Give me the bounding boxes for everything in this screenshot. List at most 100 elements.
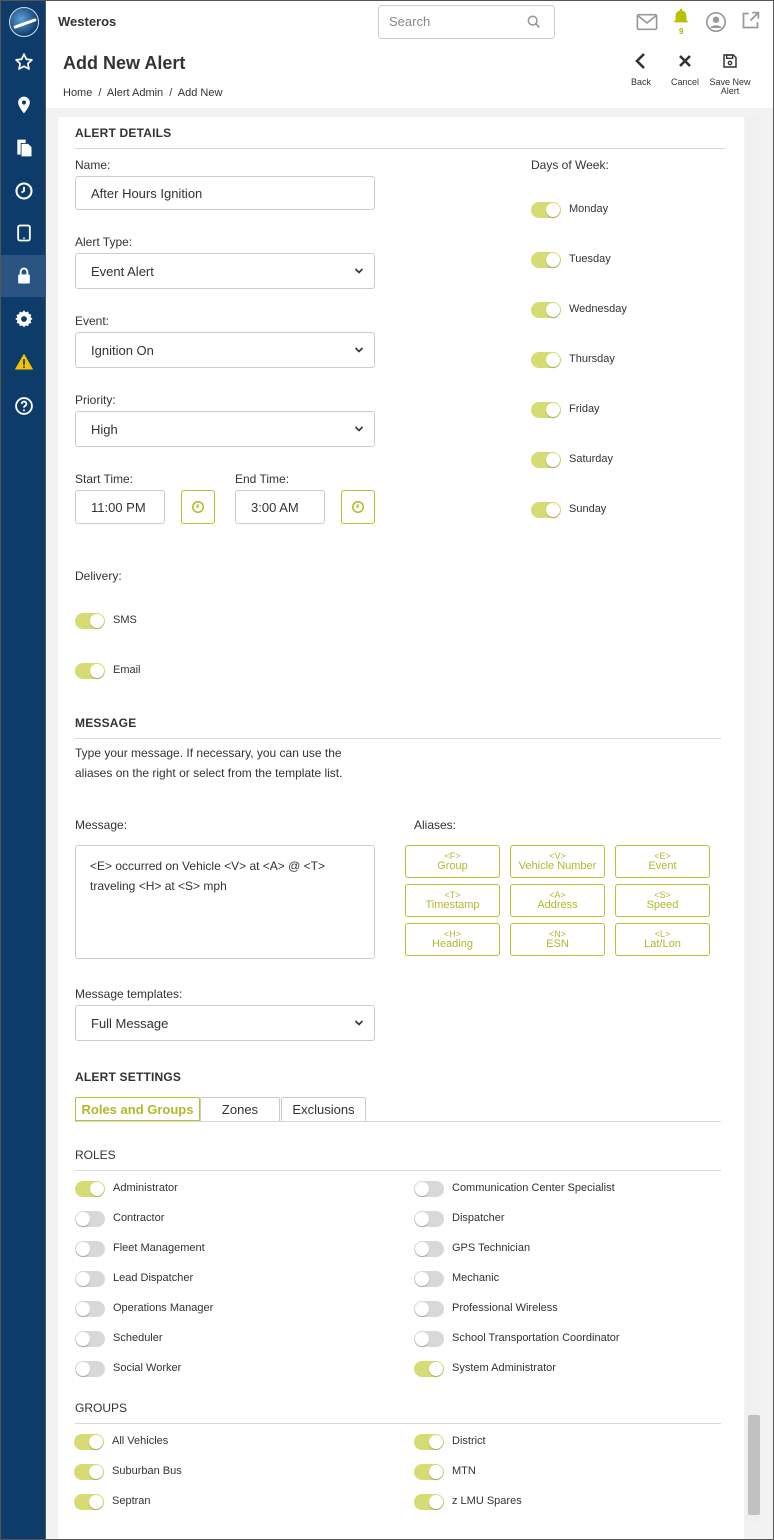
role-contractor-toggle[interactable]: [75, 1211, 105, 1227]
alias-button-speed[interactable]: <S> Speed: [615, 884, 710, 917]
role-communication-center-specialist-toggle[interactable]: [414, 1181, 444, 1197]
alias-button-address[interactable]: <A> Address: [510, 884, 605, 917]
role-fleet-management-toggle[interactable]: [75, 1241, 105, 1257]
start-time-label: Start Time:: [75, 472, 134, 486]
save-new-alert-button[interactable]: Save New Alert: [705, 52, 755, 96]
alias-button-event[interactable]: <E> Event: [615, 845, 710, 878]
role-social-worker-toggle[interactable]: [75, 1361, 105, 1377]
save-label-line2: Alert: [720, 86, 740, 96]
alias-button-timestamp[interactable]: <T> Timestamp: [405, 884, 500, 917]
role-operations-manager-toggle[interactable]: [75, 1301, 105, 1317]
nav-devices[interactable]: [1, 212, 46, 254]
toggle-knob: [429, 1362, 443, 1376]
priority-label: Priority:: [75, 393, 116, 407]
end-time-picker-button[interactable]: [341, 490, 375, 524]
toggle-knob: [546, 303, 560, 317]
role-operations-manager-label: Operations Manager: [113, 1302, 214, 1314]
app-logo[interactable]: [9, 7, 39, 37]
day-saturday-toggle[interactable]: [531, 452, 561, 468]
warning-icon: [14, 353, 33, 370]
day-thursday-toggle[interactable]: [531, 352, 561, 368]
alias-button-vehicle-number[interactable]: <V> Vehicle Number: [510, 845, 605, 878]
alias-button-group[interactable]: <F> Group: [405, 845, 500, 878]
day-monday-toggle[interactable]: [531, 202, 561, 218]
documents-icon: [16, 139, 31, 157]
message-textarea[interactable]: <E> occurred on Vehicle <V> at <A> @ <T>…: [75, 845, 375, 959]
day-friday-toggle[interactable]: [531, 402, 561, 418]
toggle-knob: [546, 503, 560, 517]
group-suburban-bus-toggle[interactable]: [74, 1464, 104, 1480]
scrollbar-thumb[interactable]: [748, 1415, 760, 1515]
alias-button-esn[interactable]: <N> ESN: [510, 923, 605, 956]
alias-label: Speed: [646, 899, 679, 911]
event-select[interactable]: Ignition On: [75, 332, 375, 368]
role-mechanic-toggle[interactable]: [414, 1271, 444, 1287]
nav-reports[interactable]: [1, 127, 46, 169]
delivery-email-label: Email: [113, 664, 141, 676]
star-icon: [14, 53, 33, 70]
bell-icon[interactable]: [671, 6, 691, 28]
nav-admin[interactable]: [1, 255, 46, 297]
tab-zones[interactable]: Zones: [200, 1097, 280, 1121]
role-professional-wireless-toggle[interactable]: [414, 1301, 444, 1317]
role-school-transportation-coordinator-toggle[interactable]: [414, 1331, 444, 1347]
nav-map[interactable]: [1, 84, 46, 126]
group-mtn-label: MTN: [452, 1465, 476, 1477]
group-mtn-toggle[interactable]: [414, 1464, 444, 1480]
divider: [75, 148, 725, 149]
role-gps-technician-toggle[interactable]: [414, 1241, 444, 1257]
nav-alerts[interactable]: [1, 341, 46, 383]
alias-button-heading[interactable]: <H> Heading: [405, 923, 500, 956]
search-box[interactable]: [378, 5, 555, 39]
name-input[interactable]: After Hours Ignition: [75, 176, 375, 210]
role-system-administrator-toggle[interactable]: [414, 1361, 444, 1377]
tab-roles-and-groups[interactable]: Roles and Groups: [75, 1097, 200, 1121]
start-time-value: 11:00 PM: [91, 499, 146, 515]
user-icon[interactable]: [705, 11, 727, 33]
group-z-lmu-spares-toggle[interactable]: [414, 1494, 444, 1510]
group-district-toggle[interactable]: [414, 1434, 444, 1450]
day-sunday-toggle[interactable]: [531, 502, 561, 518]
scrollbar-track[interactable]: [746, 117, 760, 1522]
role-dispatcher-toggle[interactable]: [414, 1211, 444, 1227]
nav-favorites[interactable]: [1, 41, 46, 83]
alert-type-select[interactable]: Event Alert: [75, 253, 375, 289]
nav-settings[interactable]: [1, 298, 46, 340]
floppy-disk-icon: [723, 54, 737, 68]
nav-history[interactable]: [1, 170, 46, 212]
search-input[interactable]: [389, 14, 519, 29]
role-lead-dispatcher-label: Lead Dispatcher: [113, 1272, 194, 1284]
search-icon[interactable]: [526, 14, 542, 30]
toggle-knob: [76, 1302, 90, 1316]
tab-exclusions[interactable]: Exclusions: [281, 1097, 366, 1121]
group-septran-toggle[interactable]: [74, 1494, 104, 1510]
cancel-button[interactable]: Cancel: [660, 52, 710, 87]
toggle-knob: [89, 1495, 103, 1509]
priority-select[interactable]: High: [75, 411, 375, 447]
day-wednesday-toggle[interactable]: [531, 302, 561, 318]
mail-icon[interactable]: [636, 12, 658, 32]
name-value: After Hours Ignition: [91, 185, 203, 201]
role-administrator-label: Administrator: [113, 1182, 178, 1194]
start-time-input[interactable]: 11:00 PM: [75, 490, 165, 524]
roles-heading: ROLES: [75, 1148, 116, 1162]
chevron-down-icon: [354, 268, 364, 274]
start-time-picker-button[interactable]: [181, 490, 215, 524]
delivery-email-toggle[interactable]: [75, 663, 105, 679]
role-professional-wireless-label: Professional Wireless: [452, 1302, 558, 1314]
group-septran-label: Septran: [112, 1495, 151, 1507]
role-administrator-toggle[interactable]: [75, 1181, 105, 1197]
role-scheduler-toggle[interactable]: [75, 1331, 105, 1347]
breadcrumb-alert-admin[interactable]: Alert Admin: [107, 87, 163, 99]
external-link-icon[interactable]: [740, 10, 761, 31]
message-templates-select[interactable]: Full Message: [75, 1005, 375, 1041]
nav-help[interactable]: [1, 385, 46, 427]
day-tuesday-toggle[interactable]: [531, 252, 561, 268]
breadcrumb-home[interactable]: Home: [63, 87, 92, 99]
alias-button-lat-lon[interactable]: <L> Lat/Lon: [615, 923, 710, 956]
role-lead-dispatcher-toggle[interactable]: [75, 1271, 105, 1287]
end-time-input[interactable]: 3:00 AM: [235, 490, 325, 524]
group-all-vehicles-toggle[interactable]: [74, 1434, 104, 1450]
back-button[interactable]: Back: [616, 52, 666, 87]
delivery-sms-toggle[interactable]: [75, 613, 105, 629]
